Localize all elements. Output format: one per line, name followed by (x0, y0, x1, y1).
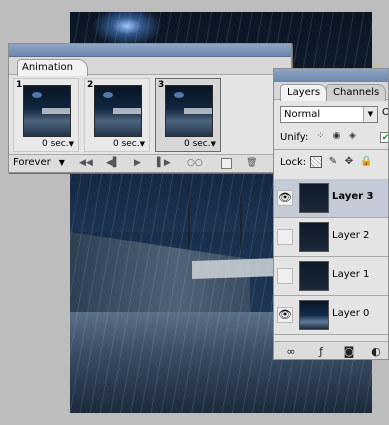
chevron-down-icon: ▼ (58, 158, 65, 167)
frame-delay[interactable]: 0 sec.▼ (113, 139, 145, 149)
frame-thumbnail (165, 85, 213, 137)
opacity-label: O (382, 107, 388, 118)
layer-style-icon[interactable]: ƒ (314, 345, 328, 358)
layer-thumbnail (299, 300, 329, 330)
layer-name: Layer 0 (332, 308, 370, 319)
animation-frame-1[interactable]: 1 0 sec.▼ (13, 78, 79, 152)
frame-strip: 1 0 sec.▼ 2 0 sec.▼ 3 0 sec.▼ (13, 78, 289, 152)
layer-thumbnail (299, 183, 329, 213)
lock-image-icon[interactable]: ✎ (327, 156, 339, 168)
animation-controls-bar: Forever ▼ ◀◀ ◀▌ ▶ ▌▶ ○○ 🗑 (9, 154, 291, 172)
blend-mode-value: Normal (284, 109, 321, 120)
layers-panel: Layers Channels Normal ▼ O Unify: ⁘ ◉ ◈ … (273, 68, 389, 360)
layer-thumbnail (299, 222, 329, 252)
animation-tabstrip: Animation (9, 57, 291, 76)
visibility-toggle-empty[interactable] (277, 268, 293, 284)
play-icon[interactable]: ▶ (134, 158, 141, 168)
layers-panel-titlebar[interactable] (274, 69, 388, 82)
layer-list: 👁 Layer 3 Layer 2 Layer 1 👁 Layer 0 (274, 179, 388, 335)
layers-bottom-bar: ∞ ƒ ◙ ◐ (274, 341, 388, 359)
chevron-down-icon: ▼ (139, 140, 145, 148)
tab-layers[interactable]: Layers (280, 84, 328, 101)
layer-name: Layer 1 (332, 269, 370, 280)
divider (274, 149, 388, 150)
frame-delay[interactable]: 0 sec.▼ (42, 139, 74, 149)
loop-options-select[interactable]: Forever ▼ (13, 157, 65, 168)
tween-icon[interactable]: ○○ (187, 158, 203, 168)
unify-position-icon[interactable]: ⁘ (314, 131, 327, 144)
animation-frame-2[interactable]: 2 0 sec.▼ (84, 78, 150, 152)
frame-delay[interactable]: 0 sec.▼ (184, 139, 216, 149)
frame-number: 2 (87, 80, 94, 90)
animation-panel-titlebar[interactable] (9, 44, 291, 57)
delete-frame-icon[interactable]: 🗑 (246, 158, 257, 168)
blend-mode-select[interactable]: Normal ▼ (280, 106, 378, 123)
chevron-down-icon: ▼ (363, 107, 377, 122)
layer-row-2[interactable]: Layer 2 (274, 218, 388, 257)
frame-number: 3 (158, 80, 165, 90)
layer-row-0[interactable]: 👁 Layer 0 (274, 296, 388, 335)
layers-tabstrip: Layers Channels (274, 82, 388, 101)
unify-visibility-icon[interactable]: ◉ (330, 131, 343, 144)
lock-position-icon[interactable]: ✥ (343, 156, 355, 168)
animation-panel: Animation 1 0 sec.▼ 2 0 sec.▼ 3 0 sec.▼ … (8, 43, 292, 173)
layer-row-3[interactable]: 👁 Layer 3 (274, 179, 388, 218)
eye-icon[interactable]: 👁 (277, 190, 293, 206)
next-frame-icon[interactable]: ▌▶ (157, 158, 171, 168)
layer-mask-icon[interactable]: ◙ (342, 345, 356, 358)
layer-name: Layer 2 (332, 230, 370, 241)
adjustment-layer-icon[interactable]: ◐ (369, 345, 383, 358)
frame-number: 1 (16, 80, 23, 90)
propagate-frame-checkbox[interactable]: ✔ (380, 132, 388, 143)
duplicate-frame-icon[interactable] (221, 158, 232, 169)
tab-channels[interactable]: Channels (326, 84, 387, 101)
unify-style-icon[interactable]: ◈ (346, 131, 359, 144)
frame-thumbnail (23, 85, 71, 137)
visibility-toggle-empty[interactable] (277, 229, 293, 245)
lock-all-icon[interactable]: 🔒 (360, 156, 372, 168)
previous-frame-icon[interactable]: ◀▌ (106, 158, 120, 168)
lock-transparency-icon[interactable] (310, 156, 322, 168)
layer-row-1[interactable]: Layer 1 (274, 257, 388, 296)
frame-thumbnail (94, 85, 142, 137)
eye-icon[interactable]: 👁 (277, 307, 293, 323)
unify-label: Unify: (280, 132, 309, 143)
layer-name: Layer 3 (332, 191, 374, 202)
layer-thumbnail (299, 261, 329, 291)
lock-label: Lock: (280, 157, 307, 168)
chevron-down-icon: ▼ (210, 140, 216, 148)
tab-animation[interactable]: Animation (17, 59, 88, 76)
first-frame-icon[interactable]: ◀◀ (79, 158, 93, 168)
animation-frame-3[interactable]: 3 0 sec.▼ (155, 78, 221, 152)
link-layers-icon[interactable]: ∞ (284, 345, 298, 358)
chevron-down-icon: ▼ (68, 140, 74, 148)
